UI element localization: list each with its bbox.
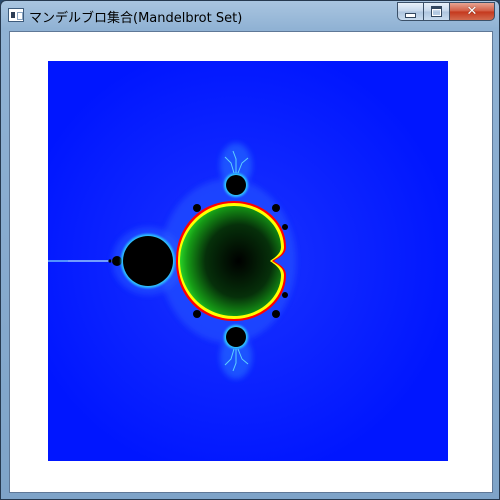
- app-icon[interactable]: [8, 8, 24, 22]
- close-icon: ✕: [466, 4, 478, 19]
- mandelbrot-canvas: [48, 61, 448, 461]
- window-title: マンデルブロ集合(Mandelbrot Set): [29, 11, 243, 26]
- title-bar[interactable]: マンデルブロ集合(Mandelbrot Set) ✕: [1, 1, 500, 30]
- close-button[interactable]: ✕: [449, 2, 495, 21]
- fractal-left-bulb: [121, 234, 175, 288]
- minimize-button[interactable]: [397, 2, 423, 21]
- maximize-button[interactable]: [423, 2, 449, 21]
- fractal-main-cardioid: [176, 201, 286, 321]
- minimize-icon: [405, 12, 416, 18]
- mandelbrot-image: [48, 61, 448, 461]
- maximize-icon: [431, 6, 442, 17]
- caption-buttons: ✕: [397, 2, 495, 21]
